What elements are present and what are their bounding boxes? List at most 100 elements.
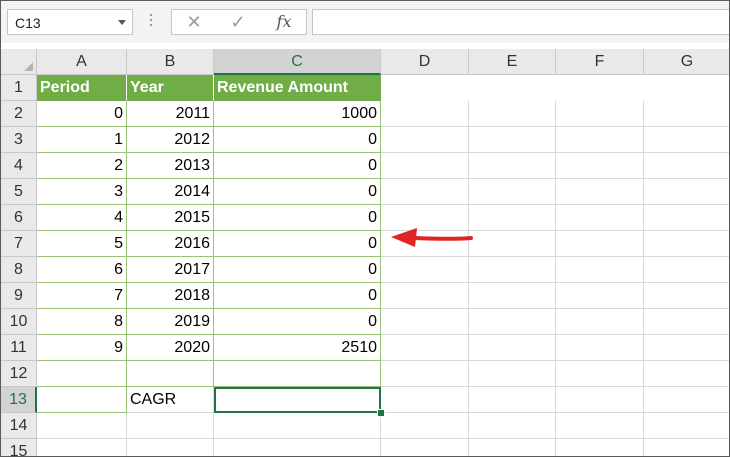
table-cell[interactable]: 6 — [37, 257, 127, 283]
table-cell[interactable]: 0 — [214, 283, 381, 309]
row-header[interactable]: 8 — [1, 257, 37, 283]
grid-cell[interactable] — [644, 439, 729, 456]
grid-cell[interactable] — [37, 439, 127, 456]
grid-cell[interactable] — [644, 387, 729, 413]
grid-cell[interactable] — [556, 309, 644, 335]
table-header-period[interactable]: Period — [37, 75, 127, 101]
table-cell[interactable]: 0 — [214, 127, 381, 153]
grid-cell[interactable] — [381, 309, 469, 335]
grid-cell[interactable] — [644, 101, 729, 127]
grid-cell[interactable] — [469, 309, 556, 335]
grid-cell[interactable] — [381, 153, 469, 179]
grid-cell[interactable] — [469, 205, 556, 231]
table-cell[interactable]: 0 — [214, 257, 381, 283]
grid-cell[interactable] — [469, 257, 556, 283]
table-cell[interactable]: 2510 — [214, 335, 381, 361]
grid-cell[interactable] — [556, 101, 644, 127]
grid-cell[interactable] — [556, 439, 644, 456]
grid-cell[interactable] — [469, 153, 556, 179]
table-cell[interactable]: 2019 — [127, 309, 214, 335]
grid-cell[interactable] — [644, 231, 729, 257]
grid-cell[interactable] — [127, 439, 214, 456]
grid-cell[interactable] — [556, 231, 644, 257]
table-cell[interactable]: 1 — [37, 127, 127, 153]
grid-cell[interactable] — [37, 387, 127, 413]
column-header-g[interactable]: G — [644, 49, 729, 75]
grid-cell[interactable] — [556, 361, 644, 387]
grid-cell[interactable] — [644, 413, 729, 439]
formula-input[interactable] — [312, 9, 729, 35]
column-header-f[interactable]: F — [556, 49, 644, 75]
table-cell[interactable]: 0 — [214, 205, 381, 231]
table-cell[interactable]: 9 — [37, 335, 127, 361]
grid-cell[interactable] — [644, 335, 729, 361]
grid-cell[interactable] — [214, 439, 381, 456]
row-header[interactable]: 10 — [1, 309, 37, 335]
grid-cell[interactable] — [381, 361, 469, 387]
grid-cell[interactable] — [381, 101, 469, 127]
table-cell[interactable]: 0 — [214, 231, 381, 257]
grid-cell[interactable] — [381, 283, 469, 309]
table-cell[interactable]: 0 — [214, 153, 381, 179]
row-header[interactable]: 7 — [1, 231, 37, 257]
grid-cell[interactable] — [556, 283, 644, 309]
cancel-icon[interactable]: ✕ — [180, 11, 208, 33]
grid-cell[interactable] — [381, 413, 469, 439]
row-header[interactable]: 4 — [1, 153, 37, 179]
grid-cell[interactable] — [381, 439, 469, 456]
grid-cell[interactable] — [381, 127, 469, 153]
grid-cell[interactable] — [214, 361, 381, 387]
grid-cell[interactable] — [644, 283, 729, 309]
table-cell[interactable]: 0 — [214, 309, 381, 335]
insert-function-icon[interactable]: fx — [270, 11, 298, 33]
grid-cell[interactable] — [556, 387, 644, 413]
drag-handle-icon[interactable] — [149, 14, 153, 30]
grid-cell[interactable] — [469, 231, 556, 257]
grid-cell[interactable] — [37, 361, 127, 387]
grid-cell[interactable] — [469, 179, 556, 205]
table-cell[interactable]: 2020 — [127, 335, 214, 361]
row-header[interactable]: 5 — [1, 179, 37, 205]
chevron-down-icon[interactable] — [118, 20, 126, 25]
enter-icon[interactable]: ✓ — [224, 11, 252, 33]
row-header[interactable]: 12 — [1, 361, 37, 387]
grid-cell[interactable] — [127, 413, 214, 439]
table-cell[interactable]: 2015 — [127, 205, 214, 231]
grid-cell[interactable] — [381, 335, 469, 361]
table-header-revenue[interactable]: Revenue Amount — [214, 75, 381, 101]
grid-cell[interactable] — [469, 101, 556, 127]
row-header[interactable]: 3 — [1, 127, 37, 153]
table-cell[interactable]: 2017 — [127, 257, 214, 283]
table-cell[interactable]: 2011 — [127, 101, 214, 127]
cagr-label-cell[interactable]: CAGR — [127, 387, 214, 413]
grid-cell[interactable] — [644, 127, 729, 153]
row-header[interactable]: 11 — [1, 335, 37, 361]
table-cell[interactable]: 2013 — [127, 153, 214, 179]
table-cell[interactable]: 7 — [37, 283, 127, 309]
table-cell[interactable]: 2014 — [127, 179, 214, 205]
grid-cell[interactable] — [469, 283, 556, 309]
table-cell[interactable]: 8 — [37, 309, 127, 335]
table-cell[interactable]: 0 — [37, 101, 127, 127]
grid-cell[interactable] — [556, 205, 644, 231]
table-cell[interactable]: 5 — [37, 231, 127, 257]
grid-cell[interactable] — [644, 309, 729, 335]
grid-cell[interactable] — [644, 179, 729, 205]
row-header[interactable]: 9 — [1, 283, 37, 309]
grid-cell[interactable] — [644, 205, 729, 231]
grid-cell[interactable] — [644, 361, 729, 387]
column-header-b[interactable]: B — [127, 49, 214, 75]
select-all-button[interactable] — [1, 49, 37, 75]
table-cell[interactable]: 0 — [214, 179, 381, 205]
grid-cell[interactable] — [469, 439, 556, 456]
row-header[interactable]: 1 — [1, 75, 37, 101]
active-cell-c13[interactable] — [214, 387, 381, 413]
fill-handle[interactable] — [377, 409, 385, 417]
name-box[interactable]: C13 — [7, 9, 133, 35]
table-cell[interactable]: 2018 — [127, 283, 214, 309]
grid-cell[interactable] — [556, 257, 644, 283]
grid-cell[interactable] — [556, 335, 644, 361]
table-cell[interactable]: 2 — [37, 153, 127, 179]
grid-cell[interactable] — [556, 413, 644, 439]
grid-cell[interactable] — [381, 257, 469, 283]
